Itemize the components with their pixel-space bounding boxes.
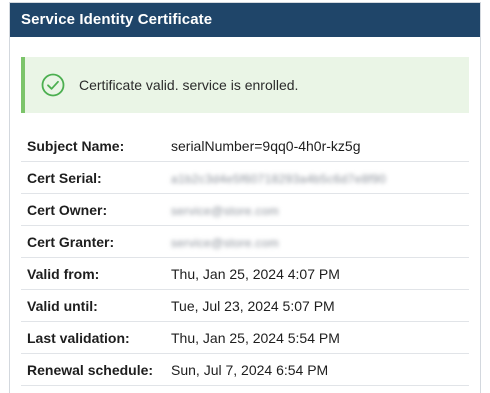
cert-serial-label: Cert Serial: xyxy=(21,161,165,194)
cert-granter-value: service@store.com xyxy=(171,235,279,250)
valid-until-label: Valid until: xyxy=(21,289,165,322)
valid-from-value: Thu, Jan 25, 2024 4:07 PM xyxy=(165,257,469,290)
cert-serial-value: a1b2c3d4e5f60718293a4b5c6d7e8f90 xyxy=(171,171,387,186)
table-row: Subject Name: serialNumber=9qq0-4h0r-kz5… xyxy=(21,130,469,162)
table-row: Valid from: Thu, Jan 25, 2024 4:07 PM xyxy=(21,257,469,290)
cert-granter-label: Cert Granter: xyxy=(21,225,165,258)
cert-owner-label: Cert Owner: xyxy=(21,193,165,226)
renewal-schedule-value: Sun, Jul 7, 2024 6:54 PM xyxy=(165,353,469,386)
last-validation-value: Thu, Jan 25, 2024 5:54 PM xyxy=(165,321,469,354)
subject-name-label: Subject Name: xyxy=(21,130,165,162)
cert-owner-value: service@store.com xyxy=(171,203,279,218)
panel-title: Service Identity Certificate xyxy=(10,3,480,37)
table-row: Cert Serial: a1b2c3d4e5f60718293a4b5c6d7… xyxy=(21,161,469,194)
subject-name-value: serialNumber=9qq0-4h0r-kz5g xyxy=(165,130,469,162)
table-row: Cert Owner: service@store.com xyxy=(21,193,469,226)
valid-until-value: Tue, Jul 23, 2024 5:07 PM xyxy=(165,289,469,322)
certificate-details-table: Subject Name: serialNumber=9qq0-4h0r-kz5… xyxy=(21,130,469,386)
table-row: Cert Granter: service@store.com xyxy=(21,225,469,258)
table-row: Valid until: Tue, Jul 23, 2024 5:07 PM xyxy=(21,289,469,322)
renewal-schedule-label: Renewal schedule: xyxy=(21,353,165,386)
valid-from-label: Valid from: xyxy=(21,257,165,290)
alert-message: Certificate valid. service is enrolled. xyxy=(79,77,299,93)
table-row: Renewal schedule: Sun, Jul 7, 2024 6:54 … xyxy=(21,353,469,386)
certificate-panel: Service Identity Certificate Certificate… xyxy=(9,2,481,393)
last-validation-label: Last validation: xyxy=(21,321,165,354)
success-alert: Certificate valid. service is enrolled. xyxy=(21,57,469,113)
table-row: Last validation: Thu, Jan 25, 2024 5:54 … xyxy=(21,321,469,354)
check-circle-icon xyxy=(41,73,65,97)
